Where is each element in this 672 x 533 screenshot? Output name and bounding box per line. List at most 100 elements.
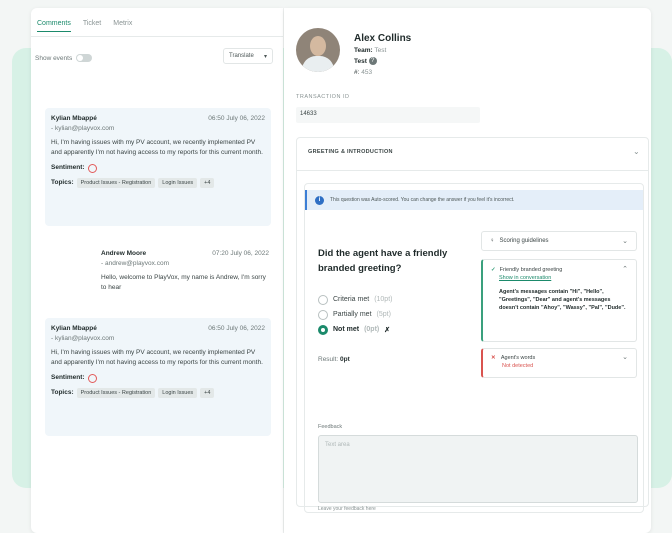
conversation-panel: Comments Ticket Metrix Show events Trans… [31,8,283,533]
agent-avatar [296,28,340,72]
show-events-label: Show events [35,54,73,62]
agent-name: Alex Collins [354,33,412,44]
radio-button-selected[interactable] [318,324,328,335]
sentiment-row: Sentiment: [51,163,265,173]
option-points: (5pt) [376,311,391,318]
option-label: Partially met [333,311,372,318]
avatar-shirt [302,56,334,72]
sad-face-icon [87,373,97,383]
sender-email: - kylian@playvox.com [51,335,115,342]
agent-message: Andrew Moore 07:20 July 06, 2022 - andre… [95,243,275,303]
criteria2-status: Not detected [502,363,534,369]
scoring-guidelines-label: Scoring guidelines [499,238,549,244]
criteria2-title: Agent's words [500,355,536,361]
show-events-toggle[interactable] [76,54,93,62]
option-points: (10pt) [374,296,393,303]
topic-chip[interactable]: Product Issues - Registration [76,388,156,398]
topics-row: Topics: Product Issues - Registration Lo… [51,388,265,398]
radio-button[interactable] [318,309,328,320]
sender-name: Kylian Mbappé [51,325,97,332]
topic-chip[interactable]: Login Issues [158,388,198,398]
lightbulb-icon: ♀ [490,238,495,244]
tab-metrix[interactable]: Metrix [113,20,132,32]
avatar-face [310,36,326,56]
feedback-textarea[interactable]: Text area [318,435,638,503]
message-text: Hi, I'm having issues with my PV account… [51,139,263,156]
check-icon: ✓ [491,267,496,273]
id-value: 453 [361,69,373,76]
translate-label: Translate [229,53,254,59]
x-icon: ✕ [491,355,496,361]
show-in-conversation-link[interactable]: Show in conversation [499,274,628,282]
agent-id: #: 453 [354,67,411,78]
chevron-up-icon[interactable]: ⌄ [633,147,640,156]
criteria-rule: Agent's messages contain "Hi", "Hello", … [499,289,626,311]
tab-comments[interactable]: Comments [37,20,71,32]
id-prefix: #: [354,69,360,76]
customer-message: Kylian Mbappé 06:50 July 06, 2022 - kyli… [45,108,271,226]
result-row: Result: 0pt [318,356,350,363]
criteria-title: Friendly branded greeting [499,267,563,273]
team-label: Team: [354,47,373,54]
customer-message: Kylian Mbappé 06:50 July 06, 2022 - kyli… [45,318,271,436]
sentiment-label: Sentiment: [51,374,85,381]
transaction-id-field[interactable]: 14633 [296,107,480,123]
section-divider [296,170,649,171]
result-label: Result: [318,356,339,363]
sender-name: Andrew Moore [101,250,147,257]
sender-email: - kylian@playvox.com [51,125,115,132]
message-time: 07:20 July 06, 2022 [212,250,269,257]
message-time: 06:50 July 06, 2022 [208,325,265,332]
banner-text: This question was Auto-scored. You can c… [330,197,515,203]
message-text: Hello, welcome to PlayVox, my name is An… [101,274,266,291]
option-points: (0pt) [364,326,380,333]
show-events-control: Show events [35,54,93,62]
radio-button[interactable] [318,294,328,305]
agent-info: Alex Collins Team: Test Test ? #: 453 [354,32,411,78]
magic-wand-icon: ✗ [384,326,391,334]
topic-more-chip[interactable]: +4 [200,388,215,398]
result-value: 0pt [340,356,350,363]
message-text: Hi, I'm having issues with my PV account… [51,349,263,366]
team-value: Test [374,47,387,54]
option-criteria-met[interactable]: Criteria met (10pt) [318,292,392,307]
chevron-down-icon: ▾ [263,53,267,60]
tab-divider [31,36,283,37]
topic-more-chip[interactable]: +4 [200,178,215,188]
feedback-help-text: Leave your feedback here [318,506,376,512]
agent-test-row: Test ? [354,56,411,67]
answer-options: Criteria met (10pt) Partially met (5pt) … [318,292,392,337]
test-label: Test [354,58,367,65]
sentiment-row: Sentiment: [51,373,265,383]
translate-dropdown[interactable]: Translate ▾ [223,48,273,64]
sad-face-icon [87,163,97,173]
tab-ticket[interactable]: Ticket [83,20,101,32]
topic-chip[interactable]: Login Issues [158,178,198,188]
option-not-met[interactable]: Not met (0pt) ✗ [318,322,392,337]
autoscore-banner: i This question was Auto-scored. You can… [305,190,643,210]
question-text: Did the agent have a friendly branded gr… [318,248,448,274]
chevron-up-icon[interactable]: ⌃ [622,266,628,274]
option-label: Not met [333,326,360,333]
sender-name: Kylian Mbappé [51,115,97,122]
option-label: Criteria met [333,296,370,303]
help-icon[interactable]: ? [368,57,377,66]
message-time: 06:50 July 06, 2022 [208,115,265,122]
scoring-guidelines-dropdown[interactable]: ♀ Scoring guidelines ⌄ [481,231,637,251]
sender-email: - andrew@playvox.com [101,260,170,267]
criteria-card-met: ✓ Friendly branded greeting Show in conv… [481,259,637,342]
section-title: GREETING & INTRODUCTION [308,149,393,155]
topics-label: Topics: [51,389,74,396]
chevron-down-icon[interactable]: ⌄ [622,354,628,362]
agent-team: Team: Test [354,45,411,56]
info-icon: i [315,195,324,205]
criteria-card-not-met: ✕ Agent's words Not detected ⌄ [481,348,637,378]
topics-label: Topics: [51,179,74,186]
sentiment-label: Sentiment: [51,164,85,171]
transaction-id-label: TRANSACTION ID [296,94,350,100]
option-partially-met[interactable]: Partially met (5pt) [318,307,392,322]
topics-row: Topics: Product Issues - Registration Lo… [51,178,265,188]
topic-chip[interactable]: Product Issues - Registration [76,178,156,188]
conversation-tabs: Comments Ticket Metrix [37,20,132,32]
feedback-label: Feedback [318,424,343,430]
